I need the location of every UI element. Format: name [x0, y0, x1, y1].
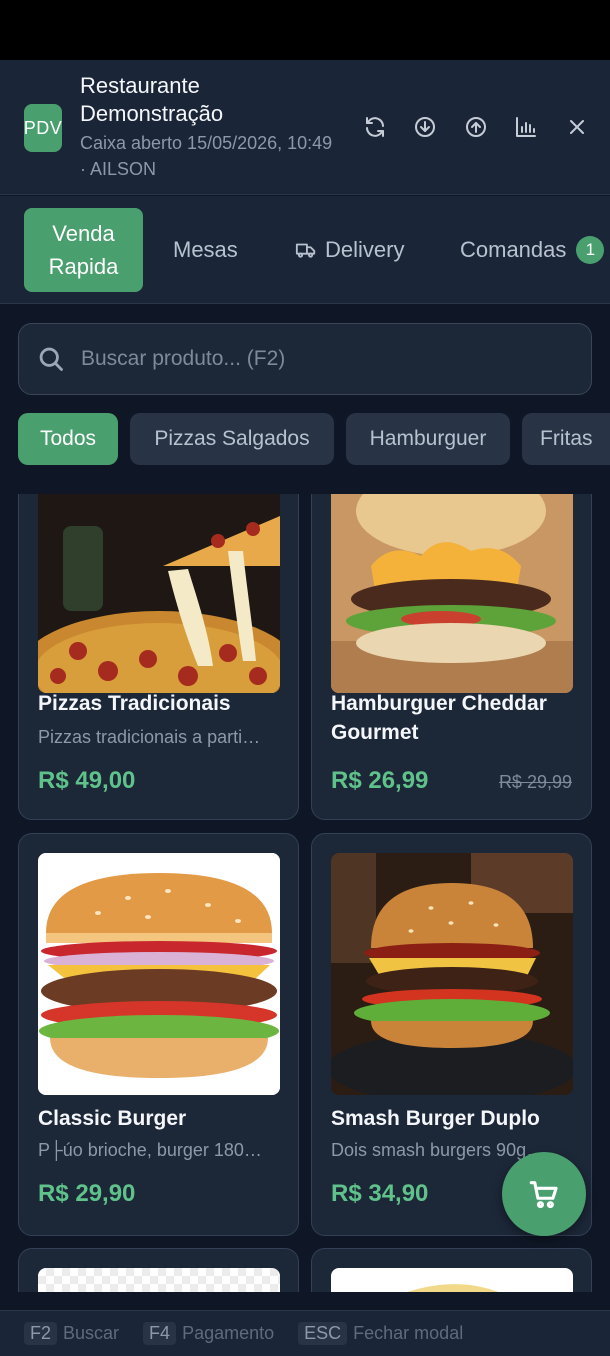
- shortcut-key: F2: [24, 1322, 58, 1345]
- product-card[interactable]: Pizzas Tradicionais Pizzas tradicionais …: [18, 494, 299, 820]
- tab-mesas[interactable]: Mesas: [173, 208, 238, 292]
- comandas-count-badge: 1: [576, 236, 605, 264]
- truck-icon: [295, 243, 316, 258]
- tab-comandas-label: Comandas: [460, 237, 567, 262]
- product-image: [331, 1268, 573, 1292]
- pdv-logo: PDV: [24, 104, 62, 152]
- category-hamburguer[interactable]: Hamburguer: [346, 413, 510, 465]
- product-price: R$ 29,90: [38, 1180, 136, 1207]
- shortcut-label: Pagamento: [182, 1323, 275, 1343]
- category-fritas[interactable]: Fritas: [522, 413, 610, 465]
- close-icon[interactable]: [562, 112, 592, 142]
- shortcut-search: F2 Buscar: [24, 1322, 119, 1345]
- tab-delivery-label: Delivery: [325, 237, 405, 262]
- category-todos[interactable]: Todos: [18, 413, 118, 465]
- product-price: R$ 26,99: [331, 767, 429, 794]
- tab-comandas[interactable]: Comandas 1: [460, 208, 605, 292]
- restaurant-title: Restaurante Demonstração: [80, 73, 224, 126]
- product-card[interactable]: Hamburguer Cheddar Gourmet R$ 26,99 R$ 2…: [311, 494, 592, 820]
- shortcut-key: F4: [143, 1322, 177, 1345]
- main-tabs: Venda Rapida Mesas Delivery Comandas 1: [0, 196, 610, 304]
- product-description: P├úo brioche, burger 180…: [38, 1140, 262, 1160]
- status-bar: [0, 0, 610, 60]
- product-name: Classic Burger: [38, 1107, 187, 1130]
- product-image-cheddar-burger: [331, 494, 573, 693]
- category-pizzas-salgados[interactable]: Pizzas Salgados: [130, 413, 334, 465]
- product-price: R$ 34,90: [331, 1180, 429, 1207]
- tab-venda-rapida[interactable]: Venda Rapida: [24, 208, 143, 292]
- shortcut-close-modal: ESC Fechar modal: [298, 1322, 463, 1345]
- product-old-price: R$ 29,99: [498, 772, 572, 792]
- product-image-smash-burger: [331, 853, 573, 1095]
- product-search[interactable]: [18, 323, 592, 395]
- product-description: Pizzas tradicionais a parti…: [38, 727, 261, 747]
- cart-icon: [529, 1181, 558, 1209]
- product-name: Hamburguer Cheddar Gourmet: [331, 692, 547, 744]
- chart-icon[interactable]: [511, 112, 541, 142]
- product-card[interactable]: [311, 1248, 592, 1292]
- download-icon[interactable]: [410, 112, 440, 142]
- product-name: Smash Burger Duplo: [331, 1107, 540, 1130]
- product-card[interactable]: [18, 1248, 299, 1292]
- shortcut-payment: F4 Pagamento: [143, 1322, 274, 1345]
- product-image: [38, 1268, 280, 1292]
- search-input[interactable]: [81, 347, 521, 371]
- cart-button[interactable]: [502, 1152, 586, 1236]
- product-image-classic-burger: [38, 853, 280, 1095]
- product-card[interactable]: Classic Burger P├úo brioche, burger 180……: [18, 833, 299, 1236]
- upload-icon[interactable]: [461, 112, 491, 142]
- shortcut-key: ESC: [298, 1322, 348, 1345]
- shortcut-label: Fechar modal: [353, 1323, 464, 1343]
- keyboard-shortcuts-bar: F2 Buscar F4 Pagamento ESC Fechar modal: [0, 1310, 610, 1356]
- product-price: R$ 49,00: [38, 767, 136, 794]
- tab-delivery[interactable]: Delivery: [295, 208, 404, 292]
- shortcut-label: Buscar: [63, 1323, 120, 1343]
- cash-register-status: Caixa aberto 15/05/2026, 10:49 · AILSON: [80, 133, 333, 179]
- search-icon: [39, 347, 63, 371]
- category-filter: Todos Pizzas Salgados Hamburguer Fritas: [18, 413, 610, 465]
- app-header: PDV Restaurante Demonstração Caixa abert…: [0, 60, 610, 195]
- product-image-pizza: [38, 494, 280, 693]
- product-name: Pizzas Tradicionais: [38, 692, 231, 715]
- refresh-icon[interactable]: [360, 112, 390, 142]
